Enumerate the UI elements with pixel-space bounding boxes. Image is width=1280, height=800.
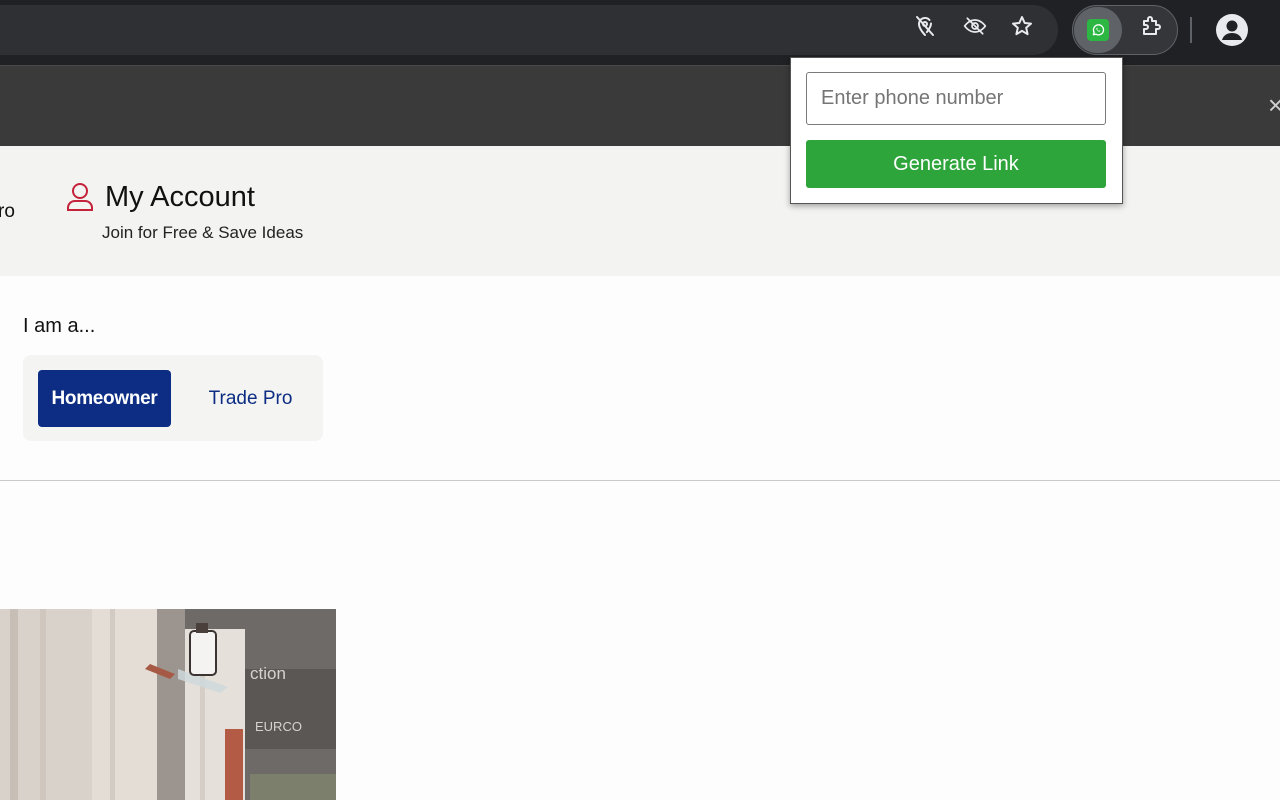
profile-avatar-icon[interactable] — [1216, 14, 1248, 46]
star-icon[interactable] — [1010, 14, 1034, 38]
section-divider — [0, 480, 1280, 481]
toolbar-divider — [1190, 17, 1192, 43]
generate-link-button[interactable]: Generate Link — [806, 140, 1106, 188]
whatsapp-link-popup: Generate Link — [790, 57, 1123, 204]
role-toggle: Homeowner Trade Pro — [23, 355, 323, 441]
homeowner-button[interactable]: Homeowner — [38, 370, 171, 427]
svg-text:ction: ction — [250, 664, 286, 683]
svg-text:EURCO: EURCO — [255, 719, 302, 734]
role-label: I am a... — [23, 315, 96, 337]
address-bar[interactable] — [0, 5, 1058, 55]
phone-number-input[interactable] — [806, 72, 1106, 125]
whatsapp-extension-button[interactable] — [1074, 7, 1122, 53]
user-icon — [67, 183, 93, 211]
trade-pro-button[interactable]: Trade Pro — [183, 370, 318, 427]
whatsapp-extension-icon — [1087, 19, 1109, 41]
account-subtitle: Join for Free & Save Ideas — [102, 223, 304, 242]
location-off-icon[interactable] — [913, 14, 937, 38]
banner-close-icon[interactable]: × — [1268, 90, 1280, 120]
extensions-puzzle-icon[interactable] — [1140, 14, 1164, 38]
header-left-fragment[interactable]: ro — [0, 201, 15, 223]
eye-off-icon[interactable] — [961, 14, 989, 38]
store-display-image: ction EURCO — [0, 609, 336, 800]
account-title: My Account — [105, 181, 255, 213]
